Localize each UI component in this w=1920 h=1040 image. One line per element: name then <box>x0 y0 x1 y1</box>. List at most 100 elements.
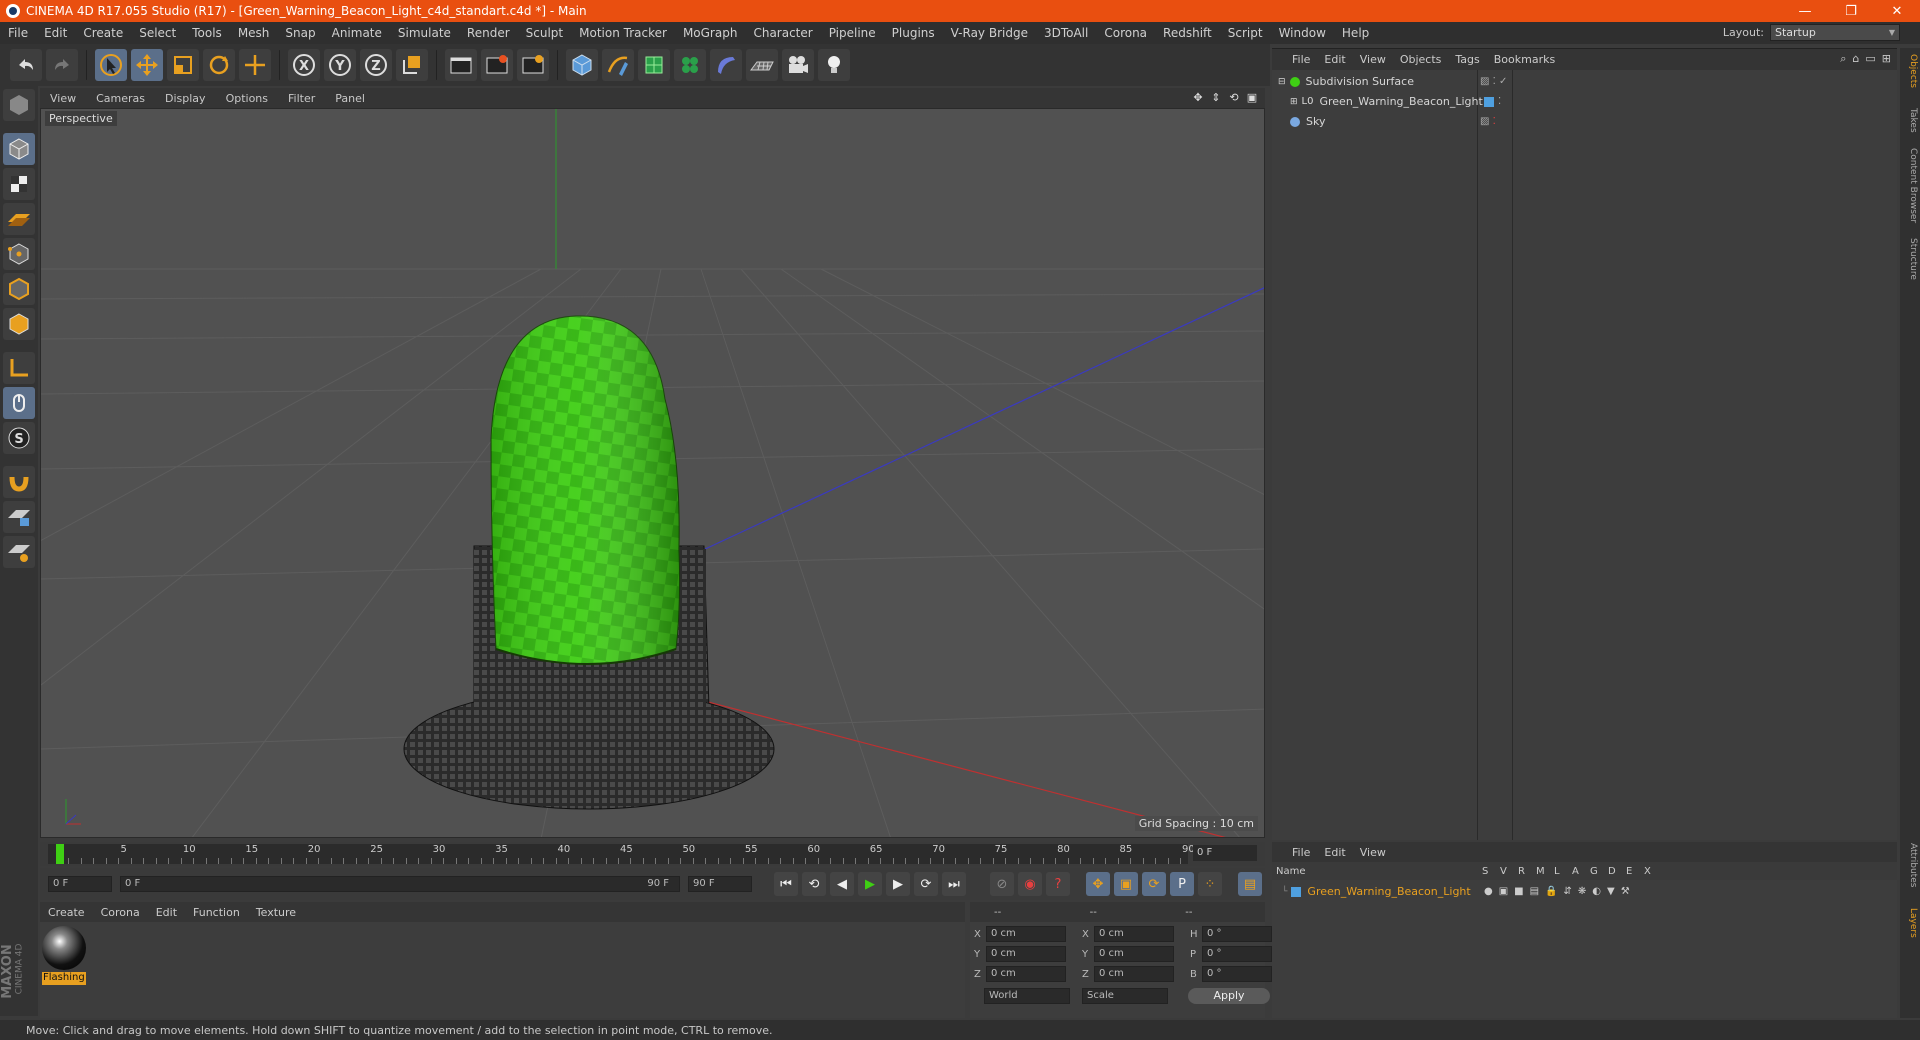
key-scale-icon[interactable]: ▣ <box>1114 872 1138 896</box>
tab-layers[interactable]: Layers <box>1902 908 1918 938</box>
layout-dropdown[interactable]: Startup <box>1770 24 1900 41</box>
timeline-ruler[interactable]: 051015202530354045505560657075808590 <box>48 844 1195 864</box>
points-mode-icon[interactable] <box>3 238 35 270</box>
object-row-subdivision[interactable]: ⊟ Subdivision Surface ▨ ⁚ ✓ <box>1272 72 1897 91</box>
floor-icon[interactable] <box>746 49 778 81</box>
go-to-start-icon[interactable]: ⏮ <box>774 872 798 896</box>
layers-menu-edit[interactable]: Edit <box>1317 846 1352 859</box>
layer-row[interactable]: └ Green_Warning_Beacon_Light ●▣■▤🔒⇵❋◐▼⚒ <box>1272 882 1897 901</box>
home-icon[interactable]: ⌂ <box>1852 52 1859 66</box>
maximize-view-icon[interactable]: ▣ <box>1245 90 1259 104</box>
lock-icon[interactable]: ⊞ <box>1882 52 1891 66</box>
transform-icon[interactable] <box>239 49 271 81</box>
coord-system-dropdown[interactable]: World <box>984 988 1070 1004</box>
visibility-toggle-icon[interactable]: ▨ ⁚ <box>1480 116 1496 127</box>
column-generators[interactable]: G <box>1590 866 1608 877</box>
move-icon[interactable] <box>131 49 163 81</box>
column-view[interactable]: V <box>1500 866 1518 877</box>
menu-3dtoall[interactable]: 3DToAll <box>1036 26 1096 40</box>
render-picture-viewer-icon[interactable] <box>481 49 513 81</box>
object-name[interactable]: Sky <box>1306 115 1325 128</box>
menu-edit[interactable]: Edit <box>36 26 75 40</box>
column-solo[interactable]: S <box>1482 866 1500 877</box>
material-menu-texture[interactable]: Texture <box>248 906 304 919</box>
layer-flag-icons[interactable]: ●▣■▤🔒⇵❋◐▼⚒ <box>1484 886 1636 897</box>
visibility-toggle-icon[interactable]: ▨ ⁚ ✓ <box>1480 76 1507 87</box>
tab-content-browser[interactable]: Content Browser <box>1902 148 1918 223</box>
objects-menu-tags[interactable]: Tags <box>1448 53 1486 66</box>
autokey-icon[interactable]: ? <box>1046 872 1070 896</box>
viewport-menu-view[interactable]: View <box>40 92 86 105</box>
workplane-icon[interactable] <box>3 203 35 235</box>
position-z-field[interactable]: 0 cm <box>986 966 1066 982</box>
record-active-icon[interactable]: ◉ <box>1018 872 1042 896</box>
column-animation[interactable]: A <box>1572 866 1590 877</box>
camera-icon[interactable] <box>782 49 814 81</box>
planar-workplane-icon[interactable] <box>3 536 35 568</box>
cube-icon[interactable] <box>566 49 598 81</box>
menu-snap[interactable]: Snap <box>277 26 323 40</box>
position-x-field[interactable]: 0 cm <box>986 926 1066 942</box>
object-row-sky[interactable]: Sky ▨ ⁚ <box>1272 112 1897 131</box>
perspective-viewport[interactable]: Perspective Grid Spacing : 10 cm <box>40 108 1265 838</box>
column-manager[interactable]: M <box>1536 866 1554 877</box>
deformer-icon[interactable] <box>710 49 742 81</box>
model-mode-icon[interactable] <box>3 133 35 165</box>
column-expressions[interactable]: E <box>1626 866 1644 877</box>
objects-menu-file[interactable]: File <box>1272 53 1317 66</box>
material-menu-edit[interactable]: Edit <box>148 906 185 919</box>
light-icon[interactable] <box>818 49 850 81</box>
object-name[interactable]: Subdivision Surface <box>1306 75 1414 88</box>
material-menu-create[interactable]: Create <box>40 906 93 919</box>
viewport-menu-display[interactable]: Display <box>155 92 216 105</box>
play-forward-icon[interactable]: ▶ <box>858 872 882 896</box>
coordinate-system-icon[interactable] <box>396 49 428 81</box>
orbit-icon[interactable]: ⟲ <box>1227 90 1241 104</box>
key-rotation-icon[interactable]: ⟳ <box>1142 872 1166 896</box>
layers-menu-file[interactable]: File <box>1272 846 1317 859</box>
apply-button[interactable]: Apply <box>1188 988 1270 1004</box>
timeline[interactable]: 051015202530354045505560657075808590 0 F <box>40 842 1265 866</box>
collapse-icon[interactable]: ⊟ <box>1278 77 1286 87</box>
key-parameter-icon[interactable]: P <box>1170 872 1194 896</box>
menu-animate[interactable]: Animate <box>324 26 390 40</box>
menu-select[interactable]: Select <box>131 26 184 40</box>
undo-icon[interactable] <box>10 49 42 81</box>
expand-icon[interactable]: ⊞ <box>1290 97 1298 107</box>
size-z-field[interactable]: 0 cm <box>1094 966 1174 982</box>
previous-key-icon[interactable]: ⟲ <box>802 872 826 896</box>
menu-script[interactable]: Script <box>1220 26 1271 40</box>
layer-color-icon[interactable] <box>1484 96 1494 107</box>
column-render[interactable]: R <box>1518 866 1536 877</box>
go-to-end-icon[interactable]: ⏭ <box>942 872 966 896</box>
tab-takes[interactable]: Takes <box>1902 108 1918 133</box>
record-keys-icon[interactable]: ⊘ <box>990 872 1014 896</box>
key-point-level-icon[interactable]: ⁘ <box>1198 872 1222 896</box>
material-thumbnail[interactable] <box>42 926 86 970</box>
tweak-mode-icon[interactable] <box>3 387 35 419</box>
material-name-label[interactable]: Flashing <box>42 972 86 985</box>
previous-frame-icon[interactable]: ◀ <box>830 872 854 896</box>
key-position-icon[interactable]: ✥ <box>1086 872 1110 896</box>
end-frame-field[interactable]: 90 F <box>688 876 752 892</box>
close-button[interactable]: ✕ <box>1874 0 1920 22</box>
size-y-field[interactable]: 0 cm <box>1094 946 1174 962</box>
timeline-window-icon[interactable]: ▤ <box>1238 872 1262 896</box>
preview-range-slider[interactable]: 0 F 90 F <box>120 876 680 892</box>
menu-window[interactable]: Window <box>1271 26 1334 40</box>
menu-file[interactable]: File <box>0 26 36 40</box>
menu-sculpt[interactable]: Sculpt <box>518 26 571 40</box>
rotation-b-field[interactable]: 0 ° <box>1202 966 1272 982</box>
start-frame-field[interactable]: 0 F <box>48 876 112 892</box>
current-frame-field[interactable]: 0 F <box>1193 845 1257 861</box>
viewport-menu-options[interactable]: Options <box>216 92 278 105</box>
layers-menu-view[interactable]: View <box>1353 846 1393 859</box>
menu-create[interactable]: Create <box>75 26 131 40</box>
menu-redshift[interactable]: Redshift <box>1155 26 1220 40</box>
position-y-field[interactable]: 0 cm <box>986 946 1066 962</box>
magnet-icon[interactable] <box>3 466 35 498</box>
viewport-menu-filter[interactable]: Filter <box>278 92 325 105</box>
maximize-button[interactable]: ❐ <box>1828 0 1874 22</box>
scale-icon[interactable] <box>167 49 199 81</box>
menu-simulate[interactable]: Simulate <box>390 26 459 40</box>
